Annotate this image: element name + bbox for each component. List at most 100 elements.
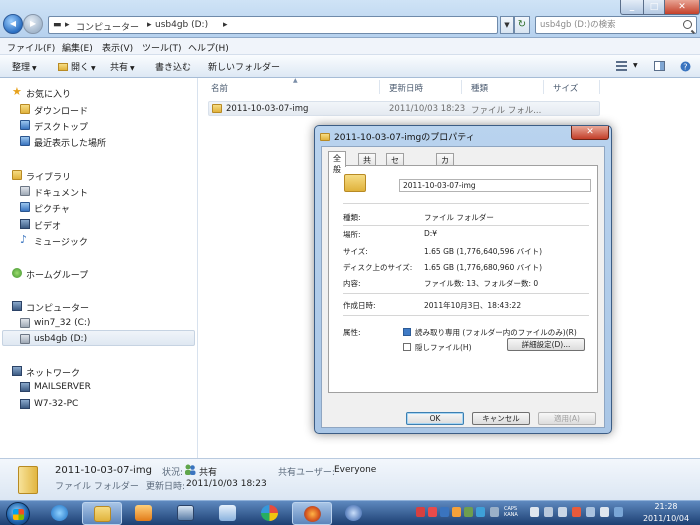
network-computer-icon	[20, 399, 30, 409]
general-panel: 2011-10-03-07-img 種類: ファイル フォルダー 場所: D:¥…	[328, 165, 598, 393]
desktop-icon	[20, 120, 30, 130]
star-icon: ★	[12, 85, 22, 98]
taskbar-paint[interactable]	[250, 502, 290, 525]
network-icon	[12, 366, 22, 376]
address-field[interactable]: ▬ ▸ コンピューター ▸ usb4gb (D:) ▸	[48, 16, 498, 34]
breadcrumb-drive[interactable]: usb4gb (D:)	[155, 20, 208, 30]
divider	[343, 293, 589, 294]
media-player-icon	[135, 505, 152, 521]
breadcrumb-computer[interactable]: コンピューター	[76, 20, 139, 33]
menu-edit[interactable]: 編集(E)	[62, 41, 93, 54]
column-separator[interactable]	[543, 80, 544, 94]
organize-button[interactable]: 整理 ▼	[12, 60, 37, 73]
tray-app-icon[interactable]	[440, 507, 449, 517]
taskbar-media[interactable]	[124, 502, 164, 525]
maximize-button[interactable]: □	[643, 0, 665, 15]
details-pane: 2011-10-03-07-img 状況: 共有 共有ユーザー: Everyon…	[0, 458, 700, 500]
documents-icon	[20, 186, 30, 196]
menu-tools[interactable]: ツール(T)	[142, 41, 182, 54]
open-button[interactable]: 開く ▼	[58, 60, 96, 73]
document-icon	[219, 505, 236, 521]
view-options-icon[interactable]	[616, 61, 627, 71]
system-tray: CAPS KANA	[412, 505, 632, 522]
tray-app-icon[interactable]	[558, 507, 567, 517]
taskbar-ie[interactable]	[40, 502, 80, 525]
folder-icon	[58, 63, 68, 71]
dialog-close-button[interactable]: ✕	[571, 126, 609, 140]
view-dropdown-arrow[interactable]: ▼	[633, 62, 638, 69]
tray-app-icon[interactable]	[544, 507, 553, 517]
folder-name-field[interactable]: 2011-10-03-07-img	[399, 179, 591, 192]
start-button[interactable]	[6, 502, 30, 525]
network-status-icon[interactable]	[586, 507, 595, 517]
explorer-folder-icon	[94, 506, 111, 522]
new-folder-button[interactable]: 新しいフォルダー	[208, 60, 280, 73]
column-separator[interactable]	[461, 80, 462, 94]
menu-bar: ファイル(F) 編集(E) 表示(V) ツール(T) ヘルプ(H)	[0, 38, 700, 55]
taskbar-firefox[interactable]	[292, 502, 332, 525]
computer-icon	[12, 301, 22, 311]
address-history-dropdown[interactable]: ▼	[500, 16, 514, 34]
file-row[interactable]: 2011-10-03-07-img 2011/10/03 18:23 ファイル …	[208, 101, 600, 116]
search-box[interactable]	[535, 16, 697, 34]
navigation-pane: ★ お気に入り ダウンロード デスクトップ 最近表示した場所 ライブラリ ドキュメ…	[0, 78, 198, 458]
menu-help[interactable]: ヘルプ(H)	[188, 41, 229, 54]
burn-button[interactable]: 書き込む	[155, 60, 191, 73]
tray-app-icon[interactable]	[428, 507, 437, 517]
apply-button[interactable]: 適用(A)	[538, 412, 596, 425]
volume-icon[interactable]	[600, 507, 609, 517]
menu-view[interactable]: 表示(V)	[102, 41, 133, 54]
hidden-label[interactable]: 隠しファイル(H)	[415, 342, 472, 353]
usb-drive-icon	[20, 334, 30, 344]
ime-indicator[interactable]: CAPS KANA	[504, 506, 526, 518]
action-center-icon[interactable]	[572, 507, 581, 517]
properties-dialog: 2011-10-03-07-imgのプロパティ ✕ 全般 共有 セキュリティ カ…	[314, 125, 612, 434]
refresh-icon[interactable]: ↻	[514, 16, 530, 34]
security-alert-icon[interactable]	[416, 507, 425, 517]
search-input[interactable]	[540, 19, 680, 31]
divider	[343, 203, 589, 204]
tray-app-icon[interactable]	[476, 507, 485, 517]
videos-icon	[20, 219, 30, 229]
tray-app-icon[interactable]	[490, 507, 499, 517]
download-folder-icon	[20, 104, 30, 114]
search-icon[interactable]	[683, 20, 692, 29]
clock[interactable]: 21:28 2011/10/04	[634, 501, 698, 525]
taskbar-remote[interactable]	[166, 502, 206, 525]
back-button[interactable]: ◂	[3, 14, 23, 34]
tray-app-icon[interactable]	[614, 507, 623, 517]
hidden-checkbox[interactable]	[403, 343, 411, 351]
readonly-checkbox[interactable]	[403, 328, 411, 336]
taskbar: CAPS KANA 21:28 2011/10/04	[0, 500, 700, 525]
dialog-body: 全般 共有 セキュリティ カスタマイズ 2011-10-03-07-img 種類…	[321, 146, 605, 428]
address-bar-area: _ □ ✕ ◂ ▸ ▬ ▸ コンピューター ▸ usb4gb (D:) ▸ ▼ …	[0, 0, 700, 38]
close-button[interactable]: ✕	[664, 0, 700, 15]
readonly-label[interactable]: 読み取り専用 (フォルダー内のファイルのみ)(R)	[415, 327, 577, 338]
dialog-title: 2011-10-03-07-imgのプロパティ	[320, 130, 475, 143]
taskbar-thunderbird[interactable]	[334, 502, 374, 525]
ok-button[interactable]: OK	[406, 412, 464, 425]
share-button[interactable]: 共有 ▼	[110, 60, 135, 73]
help-icon[interactable]: ?	[680, 61, 691, 72]
column-header-type[interactable]: 種類	[471, 82, 488, 94]
tray-app-icon[interactable]	[452, 507, 461, 517]
internet-explorer-icon	[51, 505, 68, 521]
tab-general[interactable]: 全般	[328, 151, 346, 174]
menu-file[interactable]: ファイル(F)	[7, 41, 55, 54]
ime-icon[interactable]	[530, 507, 539, 517]
taskbar-explorer[interactable]	[82, 502, 122, 525]
remote-desktop-icon	[177, 505, 194, 521]
tray-app-icon[interactable]	[464, 507, 473, 517]
column-separator[interactable]	[379, 80, 380, 94]
thunderbird-icon	[345, 505, 362, 521]
cancel-button[interactable]: キャンセル	[472, 412, 530, 425]
minimize-button[interactable]: _	[620, 0, 644, 15]
advanced-button[interactable]: 詳細設定(D)...	[507, 338, 585, 351]
column-separator[interactable]	[599, 80, 600, 94]
column-header-name[interactable]: 名前	[211, 82, 228, 94]
column-header-size[interactable]: サイズ	[553, 82, 578, 94]
preview-pane-icon[interactable]	[654, 61, 665, 71]
taskbar-app4[interactable]	[208, 502, 248, 525]
column-header-modified[interactable]: 更新日時	[389, 82, 423, 94]
forward-button[interactable]: ▸	[23, 14, 43, 34]
